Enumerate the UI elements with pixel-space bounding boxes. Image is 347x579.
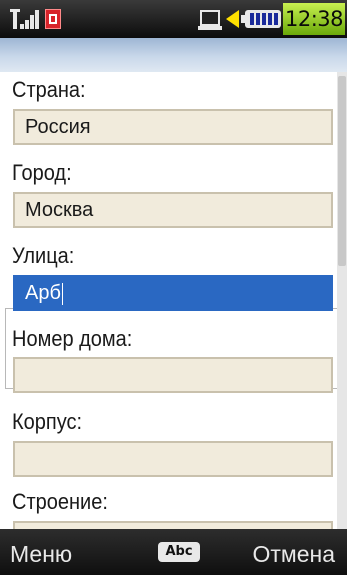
building-label: Корпус:	[12, 410, 83, 435]
text-cursor	[61, 282, 63, 305]
signal-icon	[10, 9, 40, 29]
menu-softkey[interactable]: Меню	[10, 529, 72, 575]
street-field[interactable]: Арб	[13, 275, 333, 311]
speaker-icon	[226, 10, 239, 28]
input-mode-indicator[interactable]: Abc	[158, 542, 200, 562]
city-label: Город:	[12, 161, 72, 186]
battery-icon	[241, 10, 281, 28]
structure-label: Строение:	[12, 490, 108, 515]
title-strip	[0, 38, 347, 72]
clock: 12:38	[283, 3, 345, 35]
country-label: Страна:	[12, 78, 86, 103]
building-field[interactable]	[13, 441, 333, 477]
message-icon	[45, 9, 61, 29]
street-value: Арб	[25, 282, 61, 304]
network-icon	[198, 10, 222, 30]
country-field[interactable]: Россия	[13, 109, 333, 145]
address-form: Страна: Россия Город: Москва Улица: Арб …	[0, 72, 338, 531]
house-number-label: Номер дома:	[12, 327, 133, 352]
scroll-thumb[interactable]	[338, 76, 346, 266]
scrollbar[interactable]	[337, 72, 347, 529]
street-label: Улица:	[12, 244, 75, 269]
status-bar: 12:38	[0, 0, 347, 38]
city-field[interactable]: Москва	[13, 192, 333, 228]
softkey-bar: Меню Abc Отмена	[0, 529, 347, 575]
cancel-softkey[interactable]: Отмена	[252, 529, 335, 575]
house-number-field[interactable]	[13, 357, 333, 393]
